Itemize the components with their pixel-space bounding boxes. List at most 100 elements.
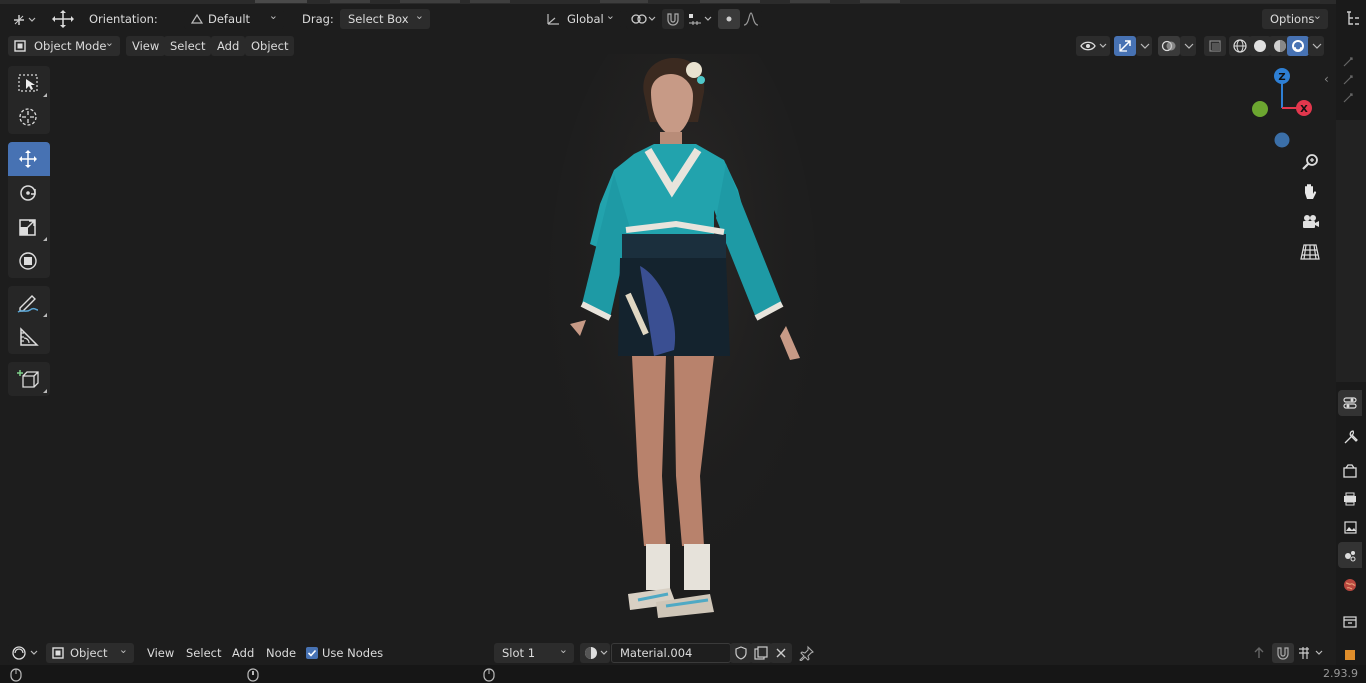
use-nodes-checkbox[interactable]: [306, 647, 318, 659]
mode-dropdown[interactable]: Object Mode: [8, 36, 120, 56]
tab-scene[interactable]: [1338, 542, 1362, 568]
wireframe-sphere-icon: [1233, 39, 1247, 53]
move-tool-icon[interactable]: [50, 9, 76, 29]
falloff-curve-icon: [743, 12, 759, 26]
slot-value: Slot 1: [502, 646, 536, 660]
shader-view-menu[interactable]: View: [141, 643, 180, 663]
drag-label: Drag:: [302, 12, 334, 26]
world-globe-icon: [1344, 579, 1356, 591]
material-sphere-icon: [585, 647, 608, 659]
character-model[interactable]: [548, 54, 818, 634]
unlink-material-button[interactable]: [770, 643, 792, 663]
render-camera-icon: [1343, 464, 1357, 478]
shading-options-dropdown[interactable]: [1308, 36, 1324, 56]
tab-tool-settings[interactable]: [1338, 390, 1362, 416]
use-nodes-label[interactable]: Use Nodes: [322, 643, 383, 663]
tab-collection[interactable]: [1338, 608, 1362, 634]
perspective-toggle-button[interactable]: [1296, 238, 1324, 266]
falloff-button[interactable]: [740, 9, 762, 29]
editor-type-button[interactable]: [8, 10, 40, 30]
material-browse-button[interactable]: [580, 643, 610, 663]
snap-toggle-button[interactable]: [662, 9, 684, 29]
mouse-left-icon: [10, 668, 22, 682]
shield-icon: [735, 646, 747, 660]
material-name-field[interactable]: Material.004: [611, 643, 731, 663]
ruler-icon: [20, 327, 39, 346]
orientation-value: Default: [208, 12, 251, 26]
shader-context-dropdown[interactable]: Object: [46, 643, 134, 663]
overlay-toggle-button[interactable]: [1158, 36, 1180, 56]
gizmo-neg-z-axis[interactable]: [1274, 132, 1290, 148]
select-menu[interactable]: Select: [164, 36, 212, 56]
rotate-tool[interactable]: [8, 176, 50, 210]
sliders-icon: [1343, 397, 1357, 409]
pivot-point-button[interactable]: [626, 9, 658, 29]
eye-icon: [1080, 41, 1107, 51]
select-box-icon: [18, 74, 38, 92]
options-dropdown[interactable]: Options: [1262, 9, 1328, 29]
close-icon: [776, 648, 786, 658]
shader-editor-type-button[interactable]: [8, 643, 40, 663]
tab-view-layer[interactable]: [1338, 514, 1362, 540]
outliner-icon[interactable]: [1345, 10, 1361, 28]
scale-tool[interactable]: [8, 210, 50, 244]
chevron-down-icon: [1312, 43, 1322, 49]
zoom-button[interactable]: [1296, 148, 1324, 176]
visibility-dropdown[interactable]: [1076, 36, 1110, 56]
wireframe-shading-button[interactable]: [1229, 36, 1251, 56]
node-snap-target-button[interactable]: [1294, 643, 1326, 663]
gizmo-toggle-button[interactable]: [1114, 36, 1136, 56]
navigation-gizmo[interactable]: Z X: [1244, 66, 1320, 148]
3d-viewport[interactable]: Z X ‹: [0, 34, 1336, 641]
sidebar-toggle-icon[interactable]: ‹: [1324, 72, 1329, 86]
parent-node-tree-button[interactable]: [1248, 643, 1270, 663]
transform-orientation-dropdown[interactable]: Global: [541, 9, 621, 29]
view-menu[interactable]: View: [126, 36, 166, 56]
annotate-tool[interactable]: [8, 286, 50, 320]
tab-world[interactable]: [1338, 572, 1362, 598]
add-cube-tool[interactable]: [8, 362, 50, 396]
snap-target-button[interactable]: [684, 9, 714, 29]
pan-button[interactable]: [1296, 178, 1324, 206]
options-label: Options: [1270, 12, 1315, 26]
image-layers-icon: [1344, 521, 1357, 534]
drag-dropdown[interactable]: Select Box: [340, 9, 430, 29]
shader-add-menu[interactable]: Add: [226, 643, 260, 663]
tab-render[interactable]: [1338, 458, 1362, 484]
gizmo-y-axis[interactable]: [1252, 101, 1268, 117]
camera-view-button[interactable]: [1296, 208, 1324, 236]
duplicate-material-button[interactable]: [750, 643, 772, 663]
arrow-up-icon: [1254, 647, 1264, 658]
fake-user-button[interactable]: [730, 643, 752, 663]
object-square-icon: [1345, 650, 1355, 660]
grid-snap-icon: [1299, 647, 1323, 659]
material-sphere-icon: [1274, 40, 1286, 52]
collapsed-panel-icons: [1343, 57, 1353, 103]
move-tool[interactable]: [8, 142, 50, 176]
tab-tool[interactable]: [1338, 424, 1362, 450]
slot-dropdown[interactable]: Slot 1: [494, 643, 574, 663]
pin-button[interactable]: [796, 643, 818, 663]
transform-tool[interactable]: [8, 244, 50, 278]
duplicate-icon: [754, 646, 768, 660]
proportional-editing-button[interactable]: [718, 9, 740, 29]
wrench-screwdriver-icon: [1344, 430, 1358, 444]
xray-toggle-button[interactable]: [1204, 36, 1226, 56]
cursor-tool[interactable]: [8, 100, 50, 134]
node-snap-button[interactable]: [1272, 643, 1294, 663]
measure-tool[interactable]: [8, 320, 50, 354]
rendered-shading-button[interactable]: [1287, 36, 1309, 56]
workspace-tabs-strip: [0, 0, 1336, 4]
tab-output[interactable]: [1338, 486, 1362, 512]
empty-panel-area: [1336, 120, 1366, 382]
object-menu[interactable]: Object: [245, 36, 295, 56]
overlay-options-dropdown[interactable]: [1180, 36, 1196, 56]
orientation-dropdown[interactable]: Default: [184, 9, 284, 29]
add-menu[interactable]: Add: [211, 36, 246, 56]
shader-node-menu[interactable]: Node: [260, 643, 302, 663]
shader-select-menu[interactable]: Select: [180, 643, 227, 663]
gizmo-options-dropdown[interactable]: [1136, 36, 1152, 56]
solid-shading-button[interactable]: [1249, 36, 1271, 56]
magnifier-icon: [1302, 154, 1318, 170]
select-box-tool[interactable]: [8, 66, 50, 100]
